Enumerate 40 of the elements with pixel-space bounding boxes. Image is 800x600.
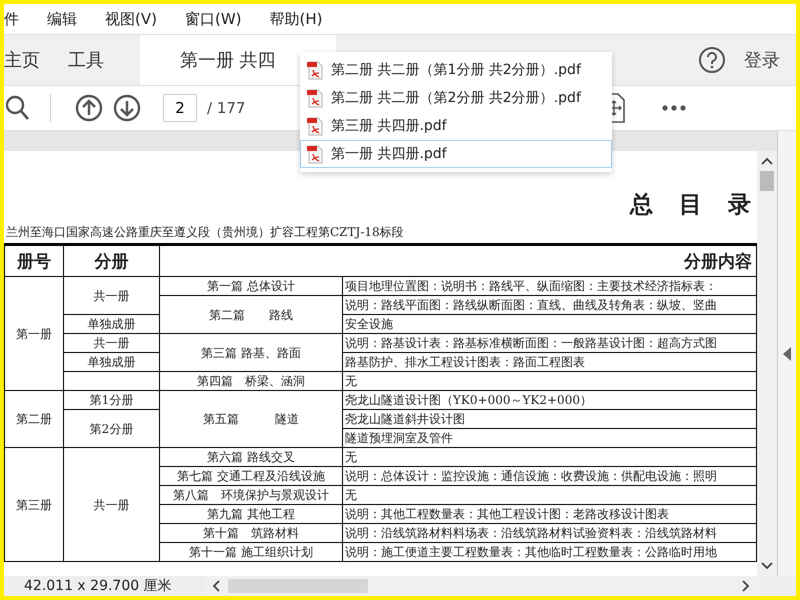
- table-cell: 第二篇 路线: [160, 296, 342, 334]
- table-cell: 无: [342, 372, 756, 390]
- column-header: 册号: [4, 244, 64, 276]
- table-cell: 共一册: [64, 448, 160, 562]
- table-cell: 第二册: [4, 390, 64, 448]
- table-cell: 第十一篇 施工组织计划: [160, 542, 342, 562]
- table-cell: 第一册: [4, 276, 64, 390]
- table-cell: 说明：施工便道主要工程数量表：其他临时工程数量表：公路临时用地: [342, 542, 756, 562]
- table-cell: 无: [342, 448, 756, 466]
- column-header: 分册: [64, 244, 160, 276]
- table-cell: 尧龙山隧道斜井设计图: [342, 410, 756, 428]
- document-subtitle: 兰州至海口国家高速公路重庆至遵义段（贵州境）扩容工程第CZTJ-18标段: [5, 224, 405, 241]
- table-cell: 安全设施: [342, 314, 756, 334]
- table-cell: 说明：路基设计表：路基标准横断面图：一般路基设计图：超高方式图: [342, 334, 756, 352]
- table-cell: 第四篇 桥梁、涵洞: [160, 372, 342, 390]
- table-cell: 说明：总体设计：监控设施：通信设施：收费设施：供配电设施：照明: [342, 466, 756, 486]
- table-cell: 第1分册: [64, 390, 160, 410]
- table-cell: 第一篇 总体设计: [160, 276, 342, 296]
- table-cell: 共一册: [64, 334, 160, 352]
- page-count: / 177: [207, 99, 246, 117]
- table-cell: 隧道预埋洞室及管件: [342, 428, 756, 448]
- table-cell: 第七篇 交通工程及沿线设施: [160, 466, 342, 486]
- table-cell: 尧龙山隧道设计图（YK0+000～YK2+000）: [342, 390, 756, 410]
- table-cell: 第九篇 其他工程: [160, 504, 342, 524]
- table-cell: 路基防护、排水工程设计图表：路面工程图表: [342, 352, 756, 372]
- column-header: 分册内容: [160, 244, 756, 276]
- table-cell: 第五篇 隧道: [160, 390, 342, 448]
- table-cell: 第三篇 路基、路面: [160, 334, 342, 372]
- document-title: 总 目 录: [628, 190, 752, 220]
- table-cell: 说明：其他工程数量表：其他工程设计图：老路改移设计图表: [342, 504, 756, 524]
- table-cell: 说明：沿线筑路材料料场表：沿线筑路材料试验资料表：沿线筑路材料: [342, 524, 756, 542]
- page-size-label: 42.011 x 29.700 厘米: [23, 577, 173, 595]
- table-cell: 第八篇 环境保护与景观设计: [160, 486, 342, 504]
- table-cell: 第六篇 路线交叉: [160, 448, 342, 466]
- table-cell: 项目地理位置图：说明书：路线平、纵面缩图：主要技术经济指标表：: [342, 276, 756, 296]
- table-cell: 共一册: [64, 276, 160, 314]
- table-cell: 说明：路线平面图：路线纵断面图：直线、曲线及转角表：纵坡、竖曲: [342, 296, 756, 314]
- table-cell: 无: [342, 486, 756, 504]
- table-cell: 第三册: [4, 448, 64, 562]
- table-cell: 第十篇 筑路材料: [160, 524, 342, 542]
